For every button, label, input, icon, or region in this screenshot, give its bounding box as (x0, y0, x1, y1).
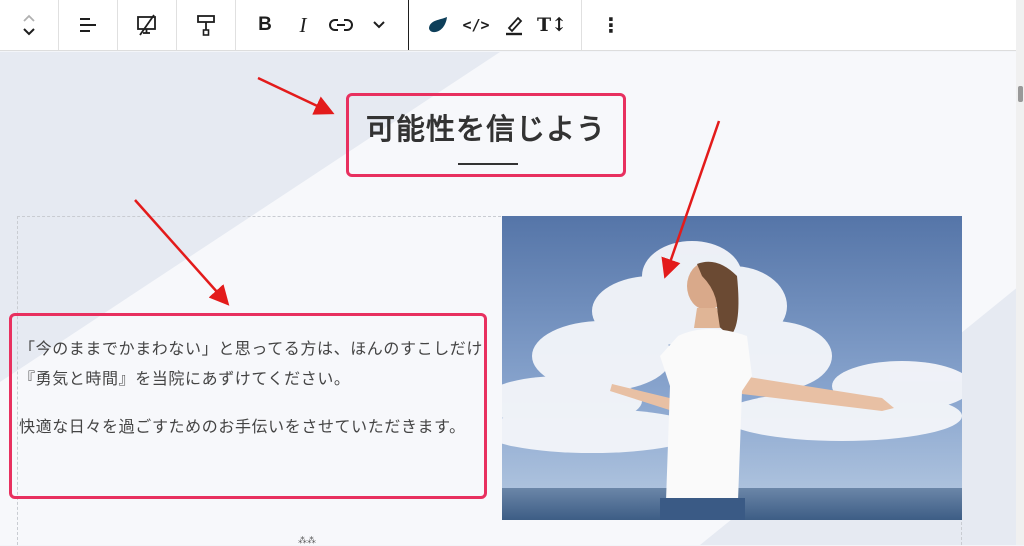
font-size-button[interactable]: T↕ (533, 5, 571, 45)
toolbar-group-move (0, 0, 59, 50)
paragraph-1[interactable]: 「今のままでかまわない」と思ってる方は、ほんのすこしだけ『勇気と時間』を当院にあ… (19, 334, 487, 394)
toolbar-group-richtext: B I (236, 0, 409, 50)
move-up-down-button[interactable] (10, 5, 48, 45)
options-label: ⋮ (601, 13, 621, 37)
align-button[interactable] (69, 5, 107, 45)
format-button[interactable] (187, 5, 225, 45)
toolbar-group-align (59, 0, 118, 50)
link-button[interactable] (322, 5, 360, 45)
title-underline (458, 163, 518, 165)
options-button[interactable]: ⋮ (592, 5, 630, 45)
bold-label: B (258, 14, 272, 35)
code-label: </> (462, 16, 490, 34)
woman-sky-photo[interactable] (502, 216, 962, 520)
link-icon (329, 19, 353, 31)
chevron-up-down-icon (23, 14, 35, 36)
bold-button[interactable]: B (246, 5, 284, 45)
page-title[interactable]: 可能性を信じよう (350, 106, 622, 148)
scrollbar[interactable] (1016, 0, 1024, 545)
block-toolbar: B I </> T↕ ⋮ (0, 0, 1016, 51)
italic-label: I (299, 12, 307, 37)
hide-device-button[interactable] (128, 5, 166, 45)
toolbar-group-options: ⋮ (582, 0, 640, 50)
text-color-button[interactable] (495, 5, 533, 45)
font-size-label: T↕ (536, 14, 568, 36)
toolbar-group-device (118, 0, 177, 50)
italic-button[interactable]: I (284, 5, 322, 45)
paragraph-2[interactable]: 快適な日々を過ごすためのお手伝いをさせていただきます。 (19, 412, 487, 442)
toolbar-group-format (177, 0, 236, 50)
more-rich-text-button[interactable] (360, 5, 398, 45)
toolbar-group-extra: </> T↕ (409, 0, 582, 50)
device-hide-icon (137, 14, 156, 36)
highlight-button[interactable] (419, 5, 457, 45)
marker-icon (506, 16, 523, 36)
leaf-icon (429, 17, 447, 33)
code-button[interactable]: </> (457, 5, 495, 45)
paint-roller-icon (197, 15, 215, 36)
scrollbar-thumb[interactable] (1018, 86, 1023, 102)
chevron-down-icon (373, 21, 385, 29)
align-icon (80, 18, 96, 32)
